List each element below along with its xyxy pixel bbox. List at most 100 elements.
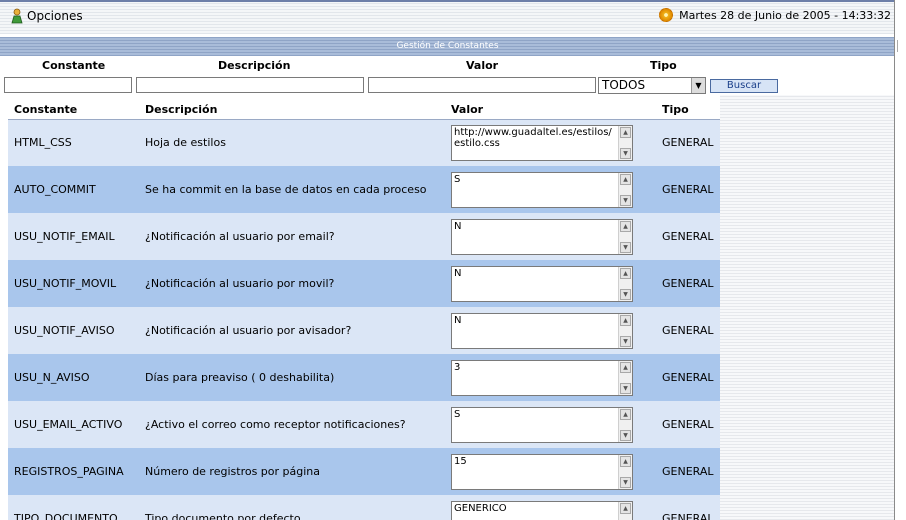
scroll-up-icon[interactable]: ▲ (620, 173, 631, 185)
textarea-scrollbar[interactable]: ▲▼ (618, 360, 632, 395)
constants-table: Constante Descripción Valor Tipo HTML_CS… (8, 100, 720, 520)
scroll-up-icon[interactable]: ▲ (620, 220, 631, 232)
table-row[interactable]: AUTO_COMMIT Se ha commit en la base de d… (8, 166, 720, 213)
textarea-scrollbar[interactable]: ▲▼ (618, 266, 632, 301)
datetime-text: Martes 28 de Junio de 2005 - 14:33:32 (679, 8, 891, 22)
scroll-down-icon[interactable]: ▼ (620, 429, 631, 441)
scroll-up-icon[interactable]: ▲ (620, 502, 631, 514)
cell-descripcion: ¿Activo el correo como receptor notifica… (139, 401, 445, 448)
textarea-scrollbar[interactable]: ▲▼ (618, 172, 632, 207)
column-header-descripcion[interactable]: Descripción (139, 100, 445, 120)
datetime-display: Martes 28 de Junio de 2005 - 14:33:32 (659, 8, 891, 22)
cell-constante: USU_N_AVISO (8, 354, 139, 401)
section-title-bar: Gestión de Constantes (0, 37, 894, 56)
window-edge (897, 40, 903, 52)
cell-valor: S ▲ ▼ (445, 166, 656, 213)
cell-valor: N ▲ ▼ (445, 213, 656, 260)
cell-valor: 3 ▲ ▼ (445, 354, 656, 401)
cell-tipo: GENERAL (656, 307, 720, 354)
scroll-up-icon[interactable]: ▲ (620, 267, 631, 279)
constante-filter-input[interactable] (4, 77, 132, 93)
cell-tipo: GENERAL (656, 166, 720, 213)
descripcion-filter-input[interactable] (136, 77, 364, 93)
cell-descripcion: ¿Notificación al usuario por avisador? (139, 307, 445, 354)
tipo-select[interactable]: TODOS ▼ (598, 77, 706, 94)
cell-constante: HTML_CSS (8, 119, 139, 166)
table-row[interactable]: USU_NOTIF_MOVIL ¿Notificación al usuario… (8, 260, 720, 307)
cell-constante: REGISTROS_PAGINA (8, 448, 139, 495)
scroll-up-icon[interactable]: ▲ (620, 361, 631, 373)
textarea-scrollbar[interactable]: ▲▼ (618, 501, 632, 520)
valor-textarea[interactable]: S ▲ ▼ (451, 171, 633, 208)
valor-textarea[interactable]: S ▲ ▼ (451, 406, 633, 443)
valor-textarea[interactable]: http://www.guadaltel.es/estilos/estilo.c… (451, 124, 633, 161)
scroll-up-icon[interactable]: ▲ (620, 408, 631, 420)
table-row[interactable]: REGISTROS_PAGINA Número de registros por… (8, 448, 720, 495)
cell-valor: N ▲ ▼ (445, 307, 656, 354)
valor-text: http://www.guadaltel.es/estilos/estilo.c… (454, 126, 612, 149)
cell-valor: N ▲ ▼ (445, 260, 656, 307)
textarea-scrollbar[interactable]: ▲▼ (618, 125, 632, 160)
valor-textarea[interactable]: 3 ▲ ▼ (451, 359, 633, 396)
valor-textarea[interactable]: 15 ▲ ▼ (451, 453, 633, 490)
textarea-scrollbar[interactable]: ▲▼ (618, 407, 632, 442)
scroll-down-icon[interactable]: ▼ (620, 476, 631, 488)
cell-valor: 15 ▲ ▼ (445, 448, 656, 495)
textarea-scrollbar[interactable]: ▲▼ (618, 313, 632, 348)
valor-textarea[interactable]: N ▲ ▼ (451, 218, 633, 255)
valor-text: 3 (454, 361, 461, 373)
column-header-valor[interactable]: Valor (445, 100, 656, 120)
cell-constante: AUTO_COMMIT (8, 166, 139, 213)
scroll-down-icon[interactable]: ▼ (620, 147, 631, 159)
valor-text: S (454, 173, 461, 185)
cell-constante: USU_EMAIL_ACTIVO (8, 401, 139, 448)
options-menu[interactable]: Opciones (10, 8, 83, 24)
column-header-constante[interactable]: Constante (8, 100, 139, 120)
scroll-down-icon[interactable]: ▼ (620, 335, 631, 347)
filter-label-descripcion: Descripción (218, 59, 291, 72)
app-frame: Opciones Martes 28 de Junio de 2005 - 14… (0, 0, 895, 520)
tipo-select-value: TODOS (602, 78, 646, 92)
search-button[interactable]: Buscar (710, 79, 778, 93)
cell-descripcion: Se ha commit en la base de datos en cada… (139, 166, 445, 213)
chevron-down-icon[interactable]: ▼ (691, 78, 705, 93)
valor-text: N (454, 267, 462, 279)
cell-valor: http://www.guadaltel.es/estilos/estilo.c… (445, 119, 656, 166)
table-row[interactable]: USU_NOTIF_EMAIL ¿Notificación al usuario… (8, 213, 720, 260)
cell-tipo: GENERAL (656, 213, 720, 260)
valor-filter-input[interactable] (368, 77, 596, 93)
table-row[interactable]: USU_EMAIL_ACTIVO ¿Activo el correo como … (8, 401, 720, 448)
scroll-down-icon[interactable]: ▼ (620, 288, 631, 300)
table-row[interactable]: HTML_CSS Hoja de estilos http://www.guad… (8, 119, 720, 166)
valor-textarea[interactable]: N ▲ ▼ (451, 312, 633, 349)
filter-label-valor: Valor (466, 59, 499, 72)
scroll-up-icon[interactable]: ▲ (620, 126, 631, 138)
section-title: Gestión de Constantes (396, 41, 499, 51)
cell-tipo: GENERAL (656, 448, 720, 495)
table-row[interactable]: USU_N_AVISO Días para preaviso ( 0 desha… (8, 354, 720, 401)
column-header-tipo[interactable]: Tipo (656, 100, 720, 120)
scroll-up-icon[interactable]: ▲ (620, 455, 631, 467)
scroll-down-icon[interactable]: ▼ (620, 194, 631, 206)
table-row[interactable]: TIPO_DOCUMENTO Tipo documento por defect… (8, 495, 720, 520)
cell-valor: S ▲ ▼ (445, 401, 656, 448)
cell-descripcion: Días para preaviso ( 0 deshabilita) (139, 354, 445, 401)
options-user-icon (10, 8, 24, 24)
valor-text: 15 (454, 455, 467, 467)
cell-tipo: GENERAL (656, 495, 720, 520)
valor-text: N (454, 314, 462, 326)
scroll-down-icon[interactable]: ▼ (620, 241, 631, 253)
cell-constante: TIPO_DOCUMENTO (8, 495, 139, 520)
cell-tipo: GENERAL (656, 119, 720, 166)
textarea-scrollbar[interactable]: ▲▼ (618, 219, 632, 254)
options-label: Opciones (27, 9, 83, 23)
table-row[interactable]: USU_NOTIF_AVISO ¿Notificación al usuario… (8, 307, 720, 354)
textarea-scrollbar[interactable]: ▲▼ (618, 454, 632, 489)
valor-textarea[interactable]: N ▲ ▼ (451, 265, 633, 302)
scroll-up-icon[interactable]: ▲ (620, 314, 631, 326)
cell-valor: GENERICO ▲▼ (445, 495, 656, 520)
filter-label-tipo: Tipo (650, 59, 677, 72)
valor-textarea[interactable]: GENERICO ▲▼ (451, 500, 633, 520)
scroll-down-icon[interactable]: ▼ (620, 382, 631, 394)
cell-constante: USU_NOTIF_AVISO (8, 307, 139, 354)
